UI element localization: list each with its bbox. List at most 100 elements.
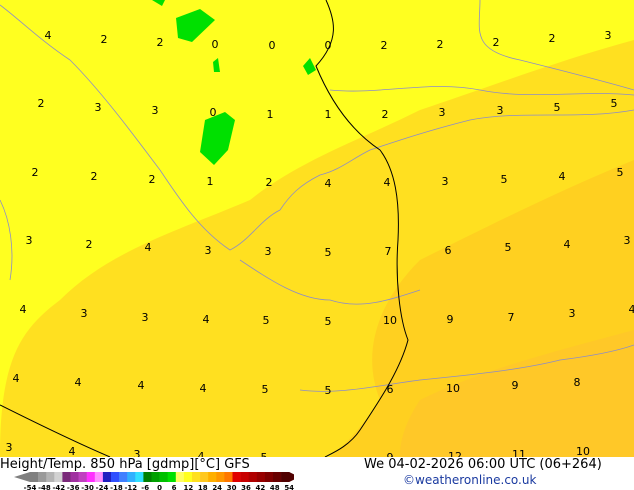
colorbar-tick-label: -42	[52, 484, 65, 490]
temperature-label: 2	[38, 97, 45, 110]
temperature-label: 3	[439, 106, 446, 119]
footer-bar: Height/Temp. 850 hPa [gdmp][°C] GFS We 0…	[0, 457, 634, 490]
temperature-label: 2	[382, 108, 389, 121]
temperature-label: 5	[617, 166, 624, 179]
temperature-label: 5	[505, 241, 512, 254]
temperature-label: 3	[95, 101, 102, 114]
colorbar-arrow-right	[289, 472, 294, 482]
temperature-label: 5	[262, 383, 269, 396]
colorbar-swatch	[167, 472, 177, 482]
colorbar-swatch	[30, 472, 39, 482]
colorbar-tick-label: 24	[212, 484, 222, 490]
temperature-label: 2	[549, 32, 556, 45]
colorbar-swatch	[70, 472, 79, 482]
temperature-label: 2	[157, 36, 164, 49]
temperature-label: 1	[207, 175, 214, 188]
colorbar-swatch	[151, 472, 160, 482]
temperature-label: 2	[149, 173, 156, 186]
temperature-label: 2	[101, 33, 108, 46]
temperature-label: 5	[325, 384, 332, 397]
colorbar-swatch	[127, 472, 136, 482]
temperature-label: 6	[445, 244, 452, 257]
colorbar-swatch	[192, 472, 201, 482]
temperature-label: 10	[446, 382, 460, 395]
colorbar-tick-label: 30	[227, 484, 237, 490]
colorbar-swatch	[62, 472, 71, 482]
colorbar-tick-label: -24	[96, 484, 109, 490]
temperature-label: 2	[91, 170, 98, 183]
colorbar-tick-label: -6	[141, 484, 149, 490]
colorbar-swatch	[143, 472, 152, 482]
temperature-label: 5	[325, 315, 332, 328]
temperature-label: 4	[203, 313, 210, 326]
colorbar-tick-label: 0	[157, 484, 162, 490]
temperature-label: 9	[512, 379, 519, 392]
colorbar-swatch	[119, 472, 128, 482]
temperature-label: 12	[448, 450, 462, 457]
colorbar-swatch	[273, 472, 282, 482]
temperature-label: 2	[32, 166, 39, 179]
temperature-label: 1	[267, 108, 274, 121]
colorbar-swatch	[248, 472, 258, 482]
temperature-label: 10	[383, 314, 397, 327]
temperature-label: 4	[145, 241, 152, 254]
temperature-label: 7	[385, 245, 392, 258]
temperature-label: 2	[266, 176, 273, 189]
temperature-label: 5	[611, 97, 618, 110]
colorbar-swatch	[240, 472, 249, 482]
temperature-label: 11	[512, 448, 526, 457]
temperature-label: 3	[205, 244, 212, 257]
temperature-label: 4	[564, 238, 571, 251]
temperature-label: 4	[198, 450, 205, 457]
colorbar-swatch	[281, 472, 290, 482]
colorbar-swatch	[256, 472, 266, 482]
temperature-label: 3	[497, 104, 504, 117]
temperature-label: 0	[210, 106, 217, 119]
colorbar-tick-label: -18	[110, 484, 123, 490]
colorbar-swatch	[94, 472, 104, 482]
temperature-label: 2	[86, 238, 93, 251]
colorbar-swatch	[159, 472, 168, 482]
colorbar-swatch	[224, 472, 233, 482]
chart-title: Height/Temp. 850 hPa [gdmp][°C] GFS	[0, 457, 250, 472]
colorbar-swatch	[264, 472, 274, 482]
colorbar-swatch	[78, 472, 87, 482]
temperature-label: 4	[75, 376, 82, 389]
temperature-label: 2	[493, 36, 500, 49]
colorbar-swatch	[135, 472, 144, 482]
colorbar-tick-label: -48	[38, 484, 51, 490]
colorbar: -54 -48 -42 -36 -30 -24 -18 -12 -6 0 6 12 18 24 30 36 42…	[14, 472, 294, 490]
colorbar-tick-label: 54	[284, 484, 294, 490]
colorbar-tick-label: 36	[241, 484, 251, 490]
temperature-label: 3	[81, 307, 88, 320]
temperature-label: 3	[142, 311, 149, 324]
colorbar-tick-label: -36	[67, 484, 80, 490]
temperature-label: 3	[134, 448, 141, 457]
temperature-label: 3	[624, 234, 631, 247]
colorbar-swatch	[208, 472, 217, 482]
temperature-label: 3	[6, 441, 13, 454]
colorbar-tick-label: 18	[198, 484, 208, 490]
colorbar-swatch	[175, 472, 185, 482]
temperature-label: 2	[437, 38, 444, 51]
temperature-label: 4	[629, 303, 634, 316]
temperature-label: 3	[265, 245, 272, 258]
colorbar-tick-label: -54	[24, 484, 37, 490]
colorbar-swatch	[216, 472, 225, 482]
temperature-label: 4	[20, 303, 27, 316]
credit-link[interactable]: ©weatheronline.co.uk	[403, 473, 536, 487]
temperature-label: 3	[569, 307, 576, 320]
temperature-label: 3	[442, 175, 449, 188]
temperature-label: 3	[605, 29, 612, 42]
temperature-label: 2	[381, 39, 388, 52]
temperature-label: 1	[325, 108, 332, 121]
colorbar-swatch	[183, 472, 193, 482]
temperature-label: 4	[559, 170, 566, 183]
temperature-label: 6	[387, 383, 394, 396]
temperature-label: 4	[13, 372, 20, 385]
temperature-label: 4	[325, 177, 332, 190]
temperature-label: 4	[200, 382, 207, 395]
temperature-label: 4	[138, 379, 145, 392]
temperature-label: 5	[554, 101, 561, 114]
colorbar-swatch	[232, 472, 241, 482]
